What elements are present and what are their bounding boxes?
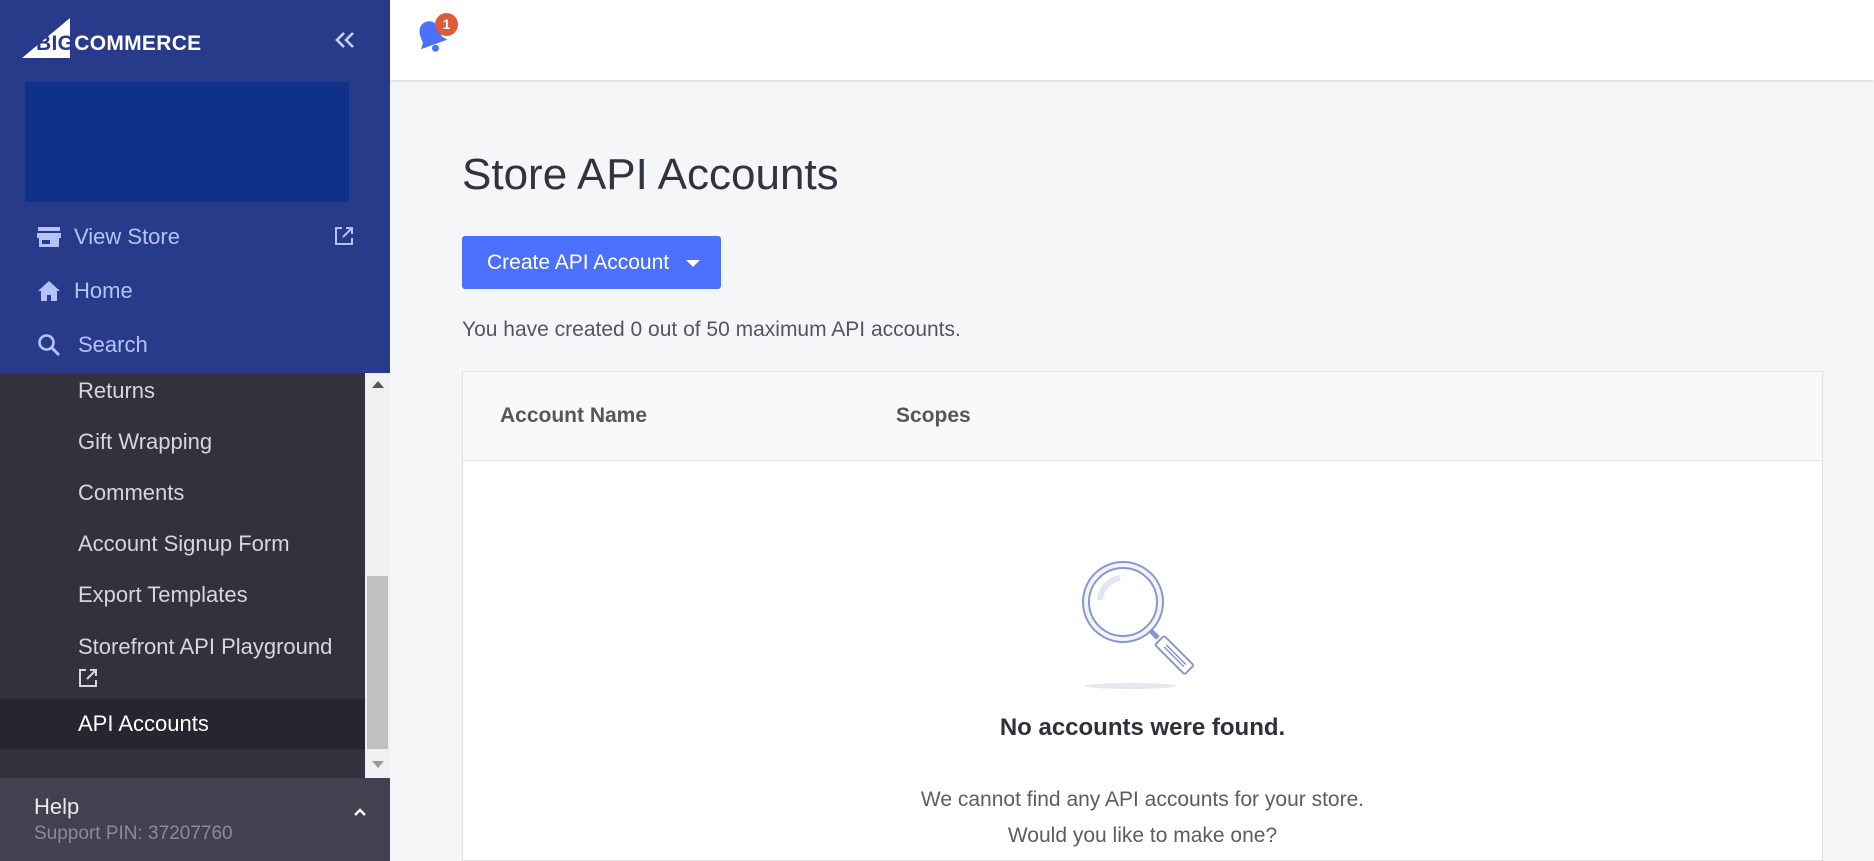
sidebar-subitem-account-signup-form[interactable]: Account Signup Form <box>0 523 365 565</box>
sidebar-submenu-list: Returns Gift Wrapping Comments Account S… <box>0 373 365 778</box>
sidebar-subitem-gift-wrapping[interactable]: Gift Wrapping <box>0 421 365 463</box>
notification-count-badge: 1 <box>435 13 458 36</box>
sidebar-item-view-store[interactable]: View Store <box>0 214 390 260</box>
help-panel[interactable]: Help Support PIN: 37207760 <box>0 778 390 861</box>
scroll-up-arrow-icon[interactable] <box>372 381 384 388</box>
create-api-account-button[interactable]: Create API Account <box>462 236 721 289</box>
empty-state-title: No accounts were found. <box>999 714 1286 741</box>
empty-state-description: We cannot find any API accounts for your… <box>463 782 1822 854</box>
column-header-scopes[interactable]: Scopes <box>896 404 971 428</box>
external-link-icon <box>78 666 98 696</box>
caret-down-icon <box>686 260 700 267</box>
scrollbar-thumb[interactable] <box>367 576 388 749</box>
double-chevron-left-icon <box>335 32 354 48</box>
search-icon <box>36 332 62 358</box>
scroll-down-arrow-icon[interactable] <box>372 761 384 768</box>
logo-suffix: COMMERCE <box>74 32 202 55</box>
sidebar-item-search[interactable]: Search <box>0 322 390 368</box>
logo-text: BIGCOMMERCE <box>36 32 201 56</box>
sidebar-subitem-storefront-api-playground[interactable]: Storefront API Playground <box>0 626 365 694</box>
sidebar-subitem-label: Export Templates <box>78 582 248 607</box>
sidebar-subitem-label: Gift Wrapping <box>78 429 213 454</box>
api-account-count-text: You have created 0 out of 50 maximum API… <box>462 318 961 341</box>
help-title: Help <box>34 794 80 819</box>
bigcommerce-logo[interactable]: BIGCOMMERCE <box>22 18 202 58</box>
sidebar-subitem-comments[interactable]: Comments <box>0 472 365 514</box>
create-api-account-label: Create API Account <box>487 250 670 274</box>
sidebar-subitem-label: Comments <box>78 480 185 505</box>
chevron-up-icon[interactable] <box>352 804 368 820</box>
page-title: Store API Accounts <box>462 150 839 199</box>
table-header: Account Name Scopes <box>463 372 1822 461</box>
api-accounts-table: Account Name Scopes No accounts were fou… <box>462 371 1823 861</box>
collapse-sidebar-button[interactable] <box>330 24 360 54</box>
column-header-account-name[interactable]: Account Name <box>500 404 647 428</box>
empty-state-line-1: We cannot find any API accounts for your… <box>920 788 1365 811</box>
sidebar-subitem-returns[interactable]: Returns <box>0 373 365 409</box>
external-link-icon <box>334 226 356 248</box>
sidebar: BIGCOMMERCE View Store Home Search Retur… <box>0 0 390 861</box>
home-icon <box>36 278 62 304</box>
sidebar-subitem-label: Storefront API Playground <box>78 634 333 659</box>
sidebar-item-label: Home <box>74 278 133 303</box>
sidebar-scrollbar[interactable] <box>365 373 390 778</box>
sidebar-item-label: View Store <box>74 224 180 249</box>
sidebar-subitem-label: API Accounts <box>78 711 209 736</box>
sidebar-subitem-api-accounts[interactable]: API Accounts <box>0 699 365 749</box>
store-selector-block[interactable] <box>25 82 349 202</box>
sidebar-item-home[interactable]: Home <box>0 268 390 314</box>
support-pin: Support PIN: 37207760 <box>34 823 233 844</box>
sidebar-item-label: Search <box>78 332 148 357</box>
sidebar-subitem-export-templates[interactable]: Export Templates <box>0 574 365 616</box>
top-bar: 1 <box>390 0 1874 80</box>
sidebar-subitem-label: Account Signup Form <box>78 531 290 556</box>
logo-prefix: BIG <box>36 32 75 55</box>
storefront-icon <box>36 224 62 250</box>
sidebar-header: BIGCOMMERCE View Store Home Search <box>0 0 390 373</box>
empty-state-line-2: Would you like to make one? <box>1007 824 1278 847</box>
sidebar-subitem-label: Returns <box>78 378 156 403</box>
magnifying-glass-icon <box>1078 552 1208 692</box>
